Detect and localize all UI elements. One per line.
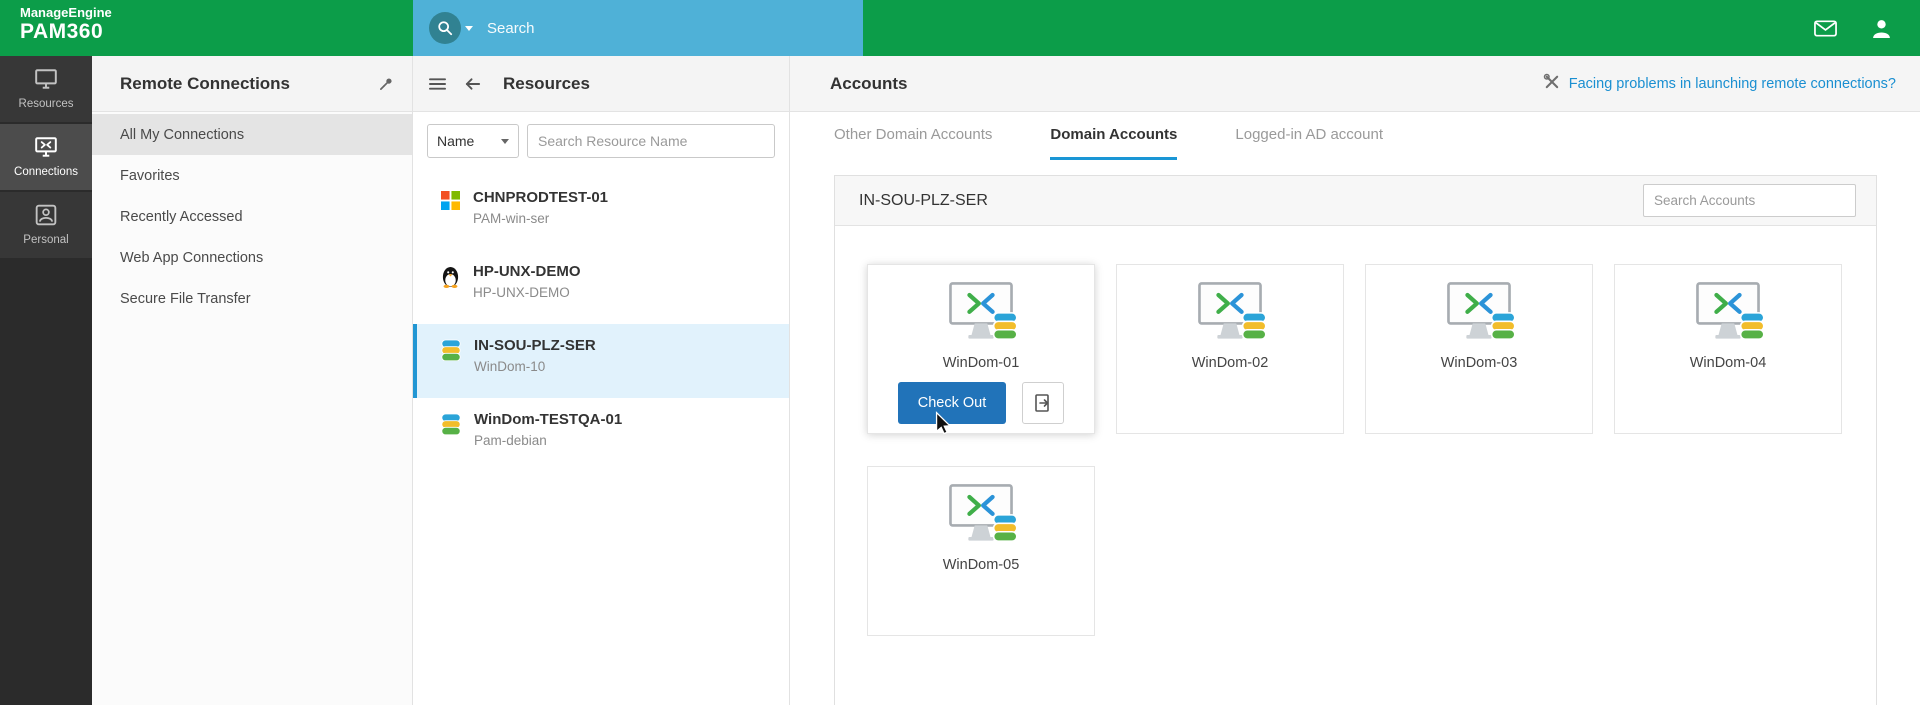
brand-logo[interactable]: ManageEngine PAM360	[20, 6, 112, 43]
resources-header: Resources	[413, 56, 789, 112]
account-name: WinDom-05	[943, 557, 1020, 573]
resource-name: HP-UNX-DEMO	[473, 263, 581, 280]
account-name: WinDom-01	[943, 355, 1020, 371]
group-title: IN-SOU-PLZ-SER	[859, 192, 1643, 210]
help-link-label: Facing problems in launching remote conn…	[1569, 76, 1896, 92]
account-name: WinDom-04	[1690, 355, 1767, 371]
resources-icon	[34, 68, 58, 93]
accounts-panel: Accounts Facing problems in launching re…	[790, 56, 1920, 705]
search-scope-chevron-down-icon[interactable]	[465, 26, 473, 31]
resource-item-hp-unx-demo[interactable]: HP-UNX-DEMO HP-UNX-DEMO	[413, 250, 789, 324]
remote-connections-panel: Remote Connections All My Connections Fa…	[92, 56, 413, 705]
account-card-windom-02[interactable]: WinDom-02	[1116, 264, 1344, 434]
remote-item-web-app-connections[interactable]: Web App Connections	[92, 237, 412, 278]
account-cards-grid: WinDom-01 Check Out WinDom-02 WinDom-03	[835, 226, 1875, 636]
linux-icon	[441, 265, 460, 288]
pin-icon[interactable]	[375, 72, 398, 95]
resources-title: Resources	[503, 74, 590, 94]
tab-domain-accounts[interactable]: Domain Accounts	[1050, 112, 1177, 160]
search-icon[interactable]	[429, 12, 461, 44]
check-out-button[interactable]: Check Out	[898, 382, 1007, 424]
help-link[interactable]: Facing problems in launching remote conn…	[1543, 73, 1896, 94]
accounts-search-input[interactable]	[1643, 184, 1856, 217]
account-card-windom-01[interactable]: WinDom-01 Check Out	[867, 264, 1095, 434]
global-search-bar[interactable]	[413, 0, 863, 56]
nav-connections[interactable]: Connections	[0, 124, 92, 190]
resource-account: Pam-debian	[474, 433, 622, 448]
remote-desktop-icon	[1190, 281, 1270, 349]
menu-icon[interactable]	[425, 73, 450, 95]
nav-personal[interactable]: Personal	[0, 192, 92, 258]
remote-connections-header: Remote Connections	[92, 56, 412, 112]
resource-name: WinDom-TESTQA-01	[474, 411, 622, 428]
top-header: ManageEngine PAM360	[0, 0, 1920, 56]
resource-name: IN-SOU-PLZ-SER	[474, 337, 596, 354]
connections-icon	[34, 136, 58, 161]
brand-manageengine-text: ManageEngine	[20, 6, 112, 20]
nav-resources[interactable]: Resources	[0, 56, 92, 122]
remote-item-secure-file-transfer[interactable]: Secure File Transfer	[92, 278, 412, 319]
resource-account: WinDom-10	[474, 359, 596, 374]
account-card-windom-04[interactable]: WinDom-04	[1614, 264, 1842, 434]
resource-account: PAM-win-ser	[473, 211, 608, 226]
accounts-group: IN-SOU-PLZ-SER WinDom-01 Check Out	[834, 175, 1877, 705]
accounts-group-header: IN-SOU-PLZ-SER	[835, 176, 1876, 226]
accounts-header: Accounts Facing problems in launching re…	[790, 56, 1920, 112]
collapse-arrow-icon[interactable]	[460, 73, 485, 95]
account-name: WinDom-03	[1441, 355, 1518, 371]
account-card-windom-05[interactable]: WinDom-05	[867, 466, 1095, 636]
remote-desktop-icon	[941, 483, 1021, 551]
accounts-title: Accounts	[830, 74, 1543, 94]
resource-account: HP-UNX-DEMO	[473, 285, 581, 300]
remote-desktop-icon	[1688, 281, 1768, 349]
resource-list: CHNPRODTEST-01 PAM-win-ser HP-UNX-DEMO H…	[413, 176, 789, 472]
nav-resources-label: Resources	[19, 98, 74, 110]
nav-connections-label: Connections	[14, 166, 78, 178]
resource-search-input[interactable]	[527, 124, 775, 158]
launch-connection-icon	[1034, 393, 1052, 413]
global-search-input[interactable]	[487, 20, 787, 37]
resource-item-windom-testqa-01[interactable]: WinDom-TESTQA-01 Pam-debian	[413, 398, 789, 472]
resource-item-in-sou-plz-ser[interactable]: IN-SOU-PLZ-SER WinDom-10	[413, 324, 789, 398]
remote-desktop-icon	[941, 281, 1021, 349]
chevron-down-icon	[501, 139, 509, 144]
remote-item-recently-accessed[interactable]: Recently Accessed	[92, 196, 412, 237]
resource-filter-row: Name	[413, 112, 789, 168]
account-card-windom-03[interactable]: WinDom-03	[1365, 264, 1593, 434]
resource-item-chnprodtest-01[interactable]: CHNPRODTEST-01 PAM-win-ser	[413, 176, 789, 250]
resources-panel: Resources Name CHNPRODTEST-01 PAM-win-se…	[413, 56, 790, 705]
resource-name: CHNPRODTEST-01	[473, 189, 608, 206]
left-nav-rail: Resources Connections Personal	[0, 56, 92, 705]
tools-icon	[1543, 73, 1560, 94]
database-icon	[441, 339, 461, 361]
remote-desktop-icon	[1439, 281, 1519, 349]
windows-icon	[441, 191, 460, 210]
remote-connections-title: Remote Connections	[120, 74, 375, 94]
top-right-actions	[1786, 0, 1920, 56]
mail-icon[interactable]	[1814, 20, 1837, 37]
tab-other-domain-accounts[interactable]: Other Domain Accounts	[834, 112, 992, 160]
user-menu-icon[interactable]	[1871, 18, 1892, 39]
remote-item-all-my-connections[interactable]: All My Connections	[92, 114, 412, 155]
launch-connection-button[interactable]	[1022, 382, 1064, 424]
mouse-cursor-icon	[934, 411, 952, 435]
resource-filter-value: Name	[437, 133, 474, 149]
database-icon	[441, 413, 461, 435]
account-card-actions: Check Out	[898, 382, 1065, 424]
account-name: WinDom-02	[1192, 355, 1269, 371]
personal-icon	[35, 204, 57, 229]
remote-connections-list: All My Connections Favorites Recently Ac…	[92, 112, 412, 319]
accounts-tabs: Other Domain Accounts Domain Accounts Lo…	[790, 112, 1920, 160]
tab-logged-in-ad-account[interactable]: Logged-in AD account	[1235, 112, 1383, 160]
resource-filter-select[interactable]: Name	[427, 124, 519, 158]
pam360-app: { "colors": { "brand_green": "#0c9d49", …	[0, 0, 1920, 705]
remote-item-favorites[interactable]: Favorites	[92, 155, 412, 196]
brand-pam360-text: PAM360	[20, 20, 112, 43]
nav-personal-label: Personal	[23, 234, 68, 246]
